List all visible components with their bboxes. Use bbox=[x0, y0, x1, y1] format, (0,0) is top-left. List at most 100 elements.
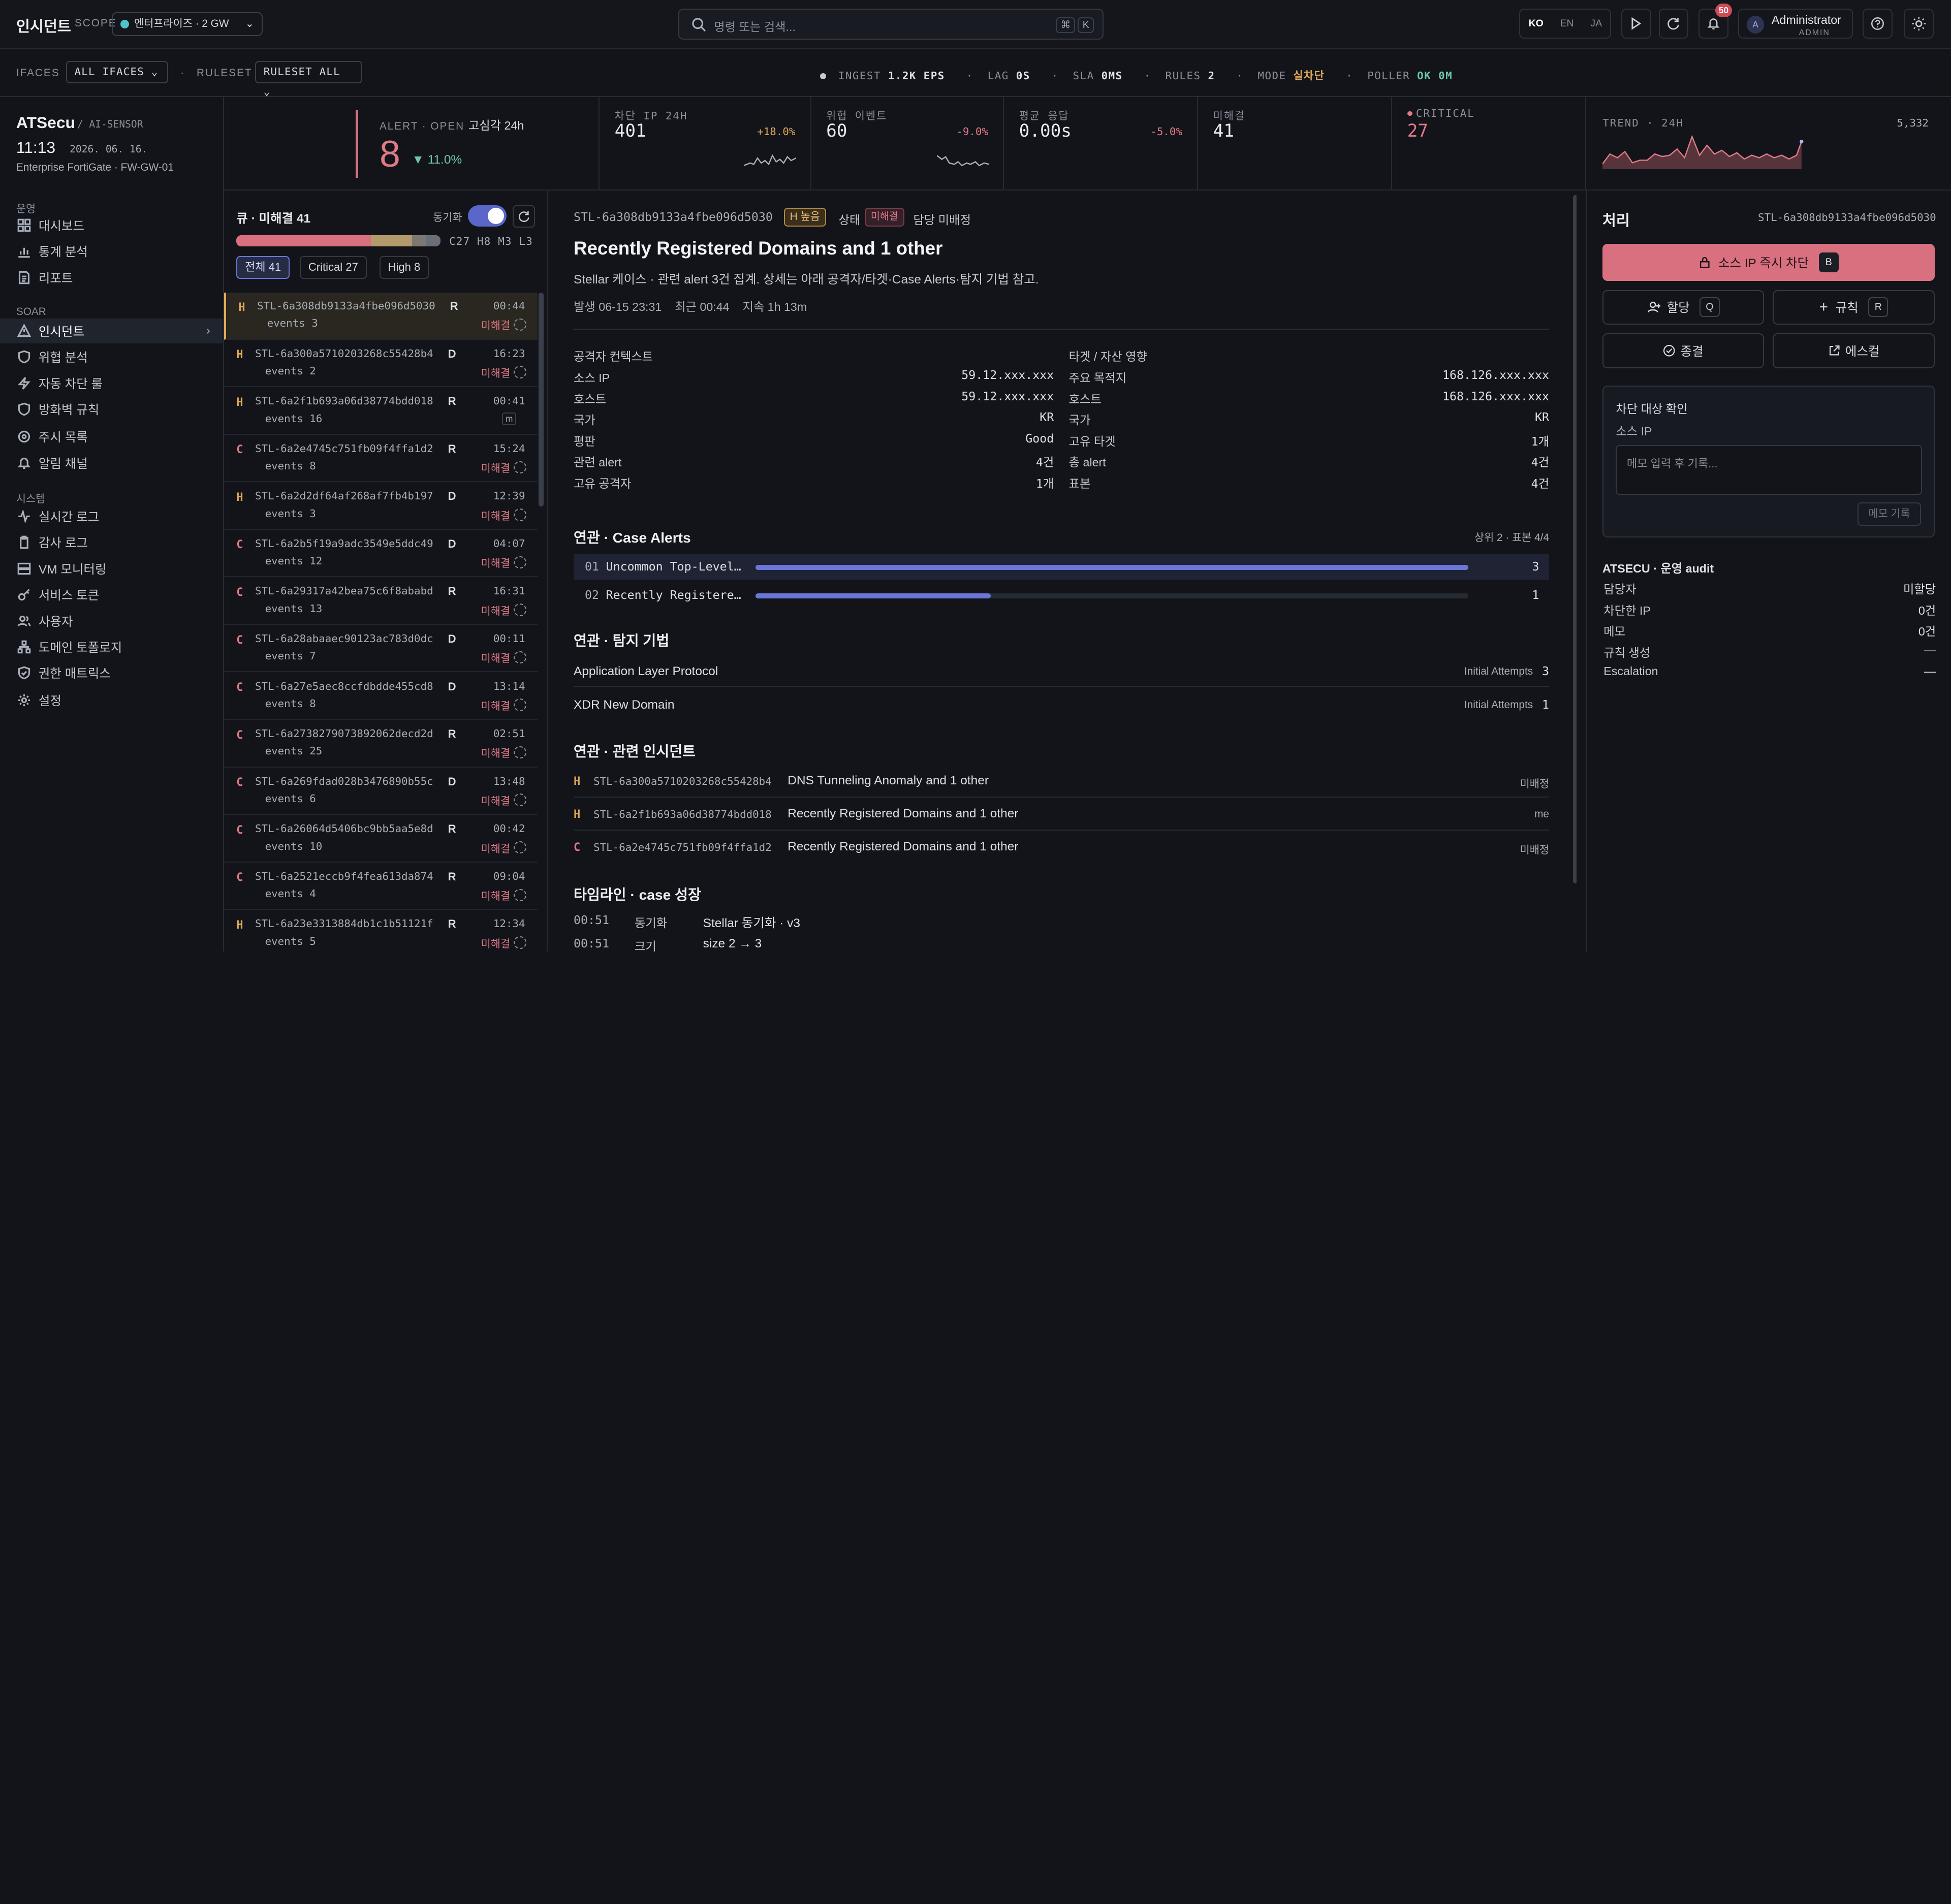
rule-button[interactable]: + 규칙 R bbox=[1773, 290, 1935, 325]
memo-submit-button[interactable]: 메모 기록 bbox=[1857, 502, 1922, 526]
queue-row[interactable]: H STL-6a23e3313884db1c1b51121f Revents 5 12… bbox=[224, 910, 538, 952]
theme-toggle[interactable] bbox=[1903, 9, 1934, 39]
language-switch: KO EN JA bbox=[1519, 9, 1612, 39]
play-button[interactable] bbox=[1621, 9, 1651, 39]
assign-button[interactable]: 할당 Q bbox=[1602, 290, 1765, 325]
ruleset-select[interactable]: RULESET ALL ⌄ bbox=[255, 60, 362, 98]
nav-watchlist[interactable]: 주시 목록 bbox=[0, 424, 223, 449]
related-incident-id: STL-6a300a5710203268c55428b4 bbox=[593, 775, 772, 787]
scope-select[interactable]: 엔터프라이즈 · 2 GW ⌄ bbox=[112, 12, 263, 36]
pending-spinner-icon bbox=[514, 604, 526, 616]
queue-row[interactable]: C STL-6a28abaaec90123ac783d0dc Devents 7 00… bbox=[224, 625, 538, 673]
severity-indicator: C bbox=[236, 871, 243, 884]
help-button[interactable] bbox=[1863, 9, 1893, 39]
lang-en[interactable]: EN bbox=[1560, 18, 1574, 29]
command-search[interactable]: 명령 또는 검색... ⌘ K bbox=[678, 9, 1104, 40]
duration: 지속 1h 13m bbox=[742, 300, 807, 314]
nav-firewall-rules[interactable]: 방화벽 규칙 bbox=[0, 397, 223, 422]
technique-row[interactable]: Application Layer Protocol Initial Attemp… bbox=[573, 656, 1549, 687]
related-incident-row[interactable]: H STL-6a2f1b693a06d38774bdd018 Recently Re… bbox=[573, 799, 1549, 831]
queue-row[interactable]: C STL-6a29317a42bea75c6f8ababd Revents 13 1… bbox=[224, 578, 538, 625]
close-incident-button[interactable]: 종결 bbox=[1602, 333, 1765, 368]
alert-bar-fill bbox=[755, 593, 991, 598]
event-count: events 7 bbox=[265, 650, 316, 662]
case-alert-row[interactable]: 02 Recently Registere… 1 bbox=[574, 582, 1549, 608]
nav-statistics[interactable]: 통계 분석 bbox=[0, 239, 223, 264]
avatar: A bbox=[1746, 16, 1765, 34]
nav-permission-matrix[interactable]: 권한 매트릭스 bbox=[0, 660, 223, 685]
queue-refresh-button[interactable] bbox=[512, 205, 536, 228]
queue-scrollbar[interactable] bbox=[539, 292, 544, 506]
nav-alert-channels[interactable]: 알림 채널 bbox=[0, 451, 223, 475]
lang-ja[interactable]: JA bbox=[1590, 18, 1602, 29]
detail-scrollbar[interactable] bbox=[1572, 195, 1577, 883]
incident-id: STL-6a26064d5406bc9bb5aa5e8d bbox=[255, 822, 433, 835]
kv-key: 호스트 bbox=[573, 392, 607, 406]
technique-row[interactable]: XDR New Domain Initial Attempts 1 bbox=[574, 689, 1549, 720]
check-circle-icon bbox=[1663, 345, 1675, 357]
queue-row[interactable]: H STL-6a300a5710203268c55428b4 Devents 2 16… bbox=[224, 340, 538, 388]
nav-vm-monitoring[interactable]: VM 모니터링 bbox=[0, 556, 223, 581]
ifaces-select[interactable]: ALL IFACES ⌄ bbox=[66, 60, 168, 84]
queue-row[interactable]: C STL-6a2e4745c751fb09f4ffa1d2 Revents 8 15… bbox=[224, 435, 538, 483]
tab-high[interactable]: High 8 bbox=[379, 256, 429, 279]
nav-realtime-logs[interactable]: 실시간 로그 bbox=[0, 504, 223, 529]
block-source-ip-button[interactable]: 소스 IP 즉시 차단 B bbox=[1602, 243, 1935, 281]
related-incident-row[interactable]: C STL-6a2e4745c751fb09f4ffa1d2 Recently Re… bbox=[574, 832, 1549, 863]
target-impact-list: 주요 목적지 168.126.xxx.xxx 호스트 168.126.xxx.xxx 국… bbox=[1069, 368, 1549, 505]
pending-spinner-icon bbox=[514, 318, 526, 331]
refresh-icon bbox=[1667, 18, 1680, 30]
case-alert-row[interactable]: 01 Uncommon Top-Level… 3 bbox=[573, 553, 1549, 580]
queue-row[interactable]: C STL-6a2521eccb9f4fea613da874 Revents 4 09… bbox=[224, 863, 538, 910]
queue-row[interactable]: C STL-6a2b5f19a9adc3549e5ddc49 Devents 12 0… bbox=[224, 530, 538, 578]
tab-all[interactable]: 전체 41 bbox=[236, 256, 290, 279]
threat-label: 위협 이벤트 bbox=[826, 109, 888, 122]
queue-row[interactable]: H STL-6a308db9133a4fbe096d5030 Revents 3 00… bbox=[224, 292, 538, 340]
queue-row[interactable]: H STL-6a2f1b693a06d38774bdd018 Revents 16 0… bbox=[224, 388, 538, 435]
escalate-button[interactable]: 에스컬 bbox=[1773, 333, 1935, 368]
shield-icon bbox=[18, 350, 30, 364]
title-initial: R bbox=[448, 917, 456, 931]
queue-row[interactable]: C STL-6a2738279073892062decd2d Revents 25 0… bbox=[224, 720, 538, 768]
memo-input[interactable]: 메모 입력 후 기록... bbox=[1616, 445, 1922, 495]
nav-audit-logs[interactable]: 감사 로그 bbox=[0, 530, 223, 555]
close-label: 종결 bbox=[1680, 345, 1704, 359]
queue-row[interactable]: C STL-6a27e5aec8ccfdbdde455cd8 Devents 8 13… bbox=[224, 673, 538, 720]
key-icon bbox=[18, 589, 30, 601]
stat-blocked-ip: 차단 IP 24H 401 +18.0% bbox=[600, 97, 811, 191]
trend-sparkline bbox=[1602, 135, 1804, 170]
scope-dot-icon bbox=[120, 19, 130, 28]
topology-icon bbox=[17, 640, 31, 654]
tab-critical[interactable]: Critical 27 bbox=[300, 256, 367, 279]
severity-indicator: C bbox=[236, 586, 243, 599]
nav-label: 알림 채널 bbox=[38, 457, 88, 471]
queue-row[interactable]: H STL-6a2d2df64af268af7fb4b197 Devents 3 12… bbox=[224, 483, 538, 530]
users-icon bbox=[17, 615, 31, 626]
related-incident-row[interactable]: H STL-6a300a5710203268c55428b4 DNS Tunneli… bbox=[573, 767, 1549, 798]
title-initial: D bbox=[448, 680, 456, 693]
timeline-row: 00:51 크기 size 2 → 3 bbox=[574, 933, 1549, 951]
nav-reports[interactable]: 리포트 bbox=[0, 265, 223, 290]
user-menu[interactable]: A Administrator ADMIN bbox=[1738, 9, 1853, 39]
user-name: Administrator bbox=[1771, 13, 1841, 27]
nav-dashboard[interactable]: 대시보드 bbox=[0, 213, 223, 238]
pending-spinner-icon bbox=[514, 794, 526, 806]
critical-dot-icon bbox=[1407, 111, 1412, 116]
audit-value: — bbox=[1924, 664, 1936, 678]
nav-incidents[interactable]: 인시던트 › bbox=[0, 318, 223, 343]
notifications-button[interactable]: 50 bbox=[1698, 3, 1733, 39]
pending-spinner-icon bbox=[514, 746, 526, 759]
nav-threat-analysis[interactable]: 위협 분석 bbox=[0, 344, 223, 369]
sync-toggle[interactable] bbox=[467, 205, 507, 227]
nav-users[interactable]: 사용자 bbox=[0, 609, 223, 633]
nav-service-tokens[interactable]: 서비스 토큰 bbox=[0, 582, 223, 607]
severity-indicator: C bbox=[236, 538, 243, 552]
lang-ko[interactable]: KO bbox=[1529, 18, 1544, 29]
queue-row[interactable]: C STL-6a26064d5406bc9bb5aa5e8d Revents 10 0… bbox=[224, 815, 538, 863]
queue-row[interactable]: C STL-6a269fdad028b3476890b55c Devents 6 13… bbox=[224, 768, 538, 815]
nav-domain-topology[interactable]: 도메인 토폴로지 bbox=[0, 634, 223, 659]
nav-auto-block-rules[interactable]: 자동 차단 룰 bbox=[0, 371, 223, 396]
audit-value: 미할당 bbox=[1903, 583, 1936, 596]
refresh-button[interactable] bbox=[1658, 9, 1689, 39]
nav-settings[interactable]: 설정 bbox=[0, 688, 223, 713]
